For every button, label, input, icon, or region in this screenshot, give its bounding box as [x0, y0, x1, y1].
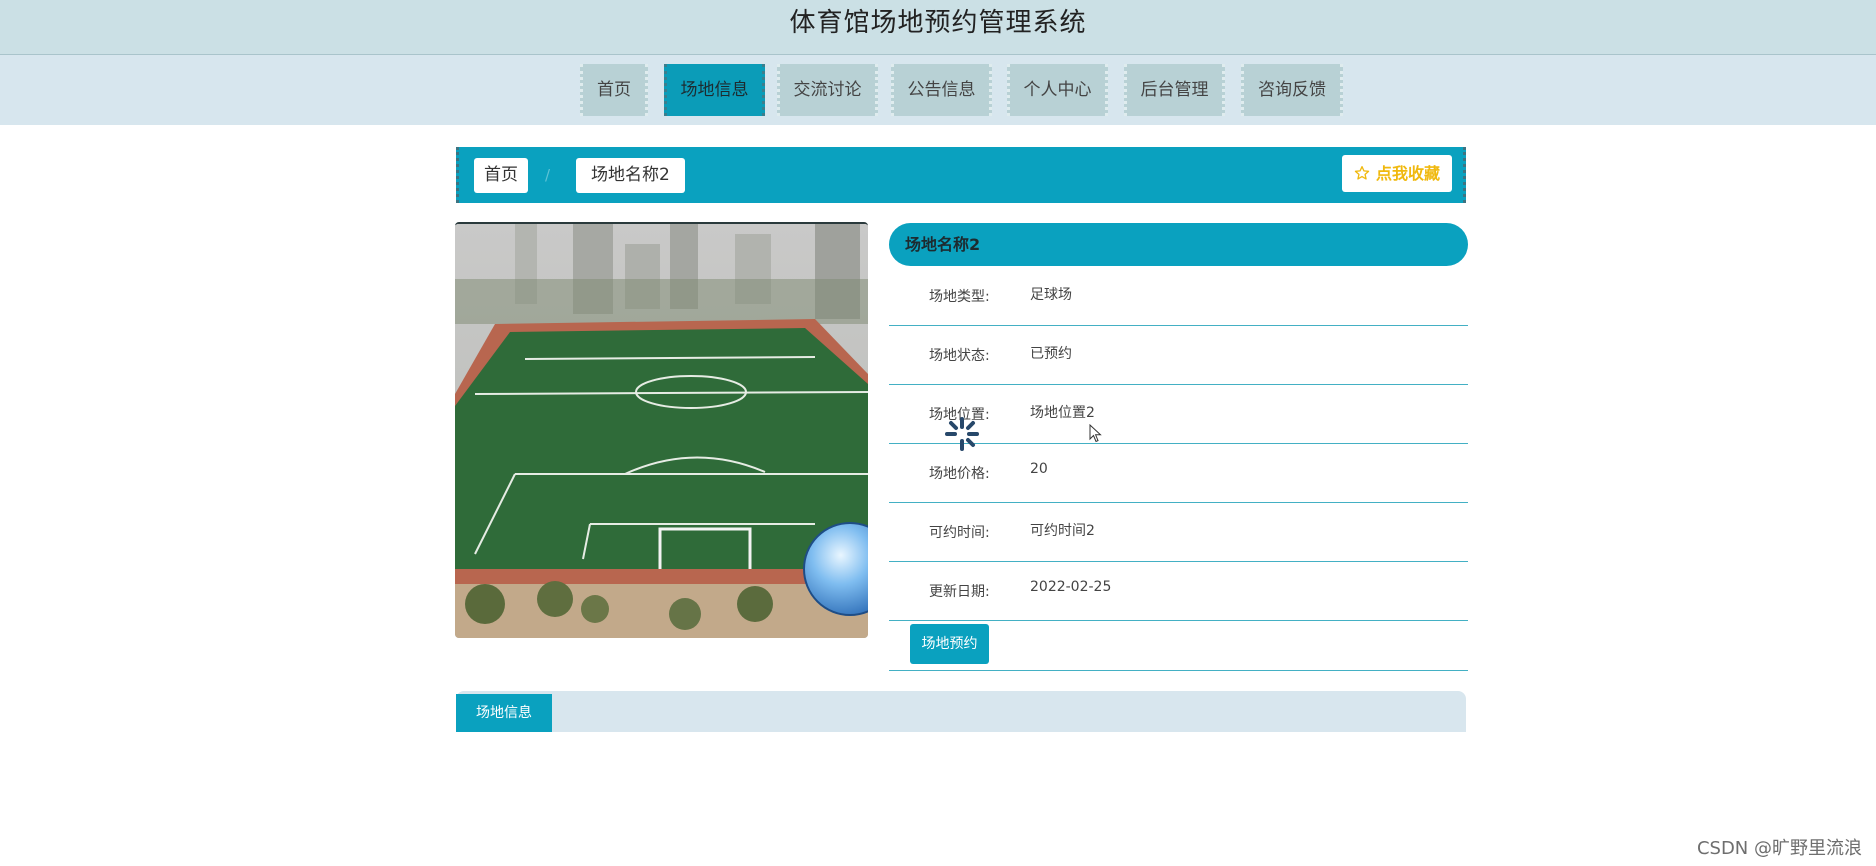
field-label: 可约时间: [929, 525, 990, 541]
field-value: 2022-02-25 [1030, 579, 1112, 595]
field-value: 20 [1030, 461, 1048, 477]
field-label: 更新日期: [929, 584, 990, 600]
watermark: CSDN @旷野里流浪 [1696, 838, 1862, 859]
venue-photo [455, 222, 868, 638]
nav-item-venue-info[interactable]: 场地信息 [664, 64, 765, 116]
divider [889, 670, 1468, 671]
venue-detail-header: 场地名称2 [889, 223, 1468, 266]
breadcrumb: 首页 / 场地名称2 点我收藏 [456, 147, 1466, 203]
field-row-venue-price: 场地价格: 20 [889, 443, 1468, 503]
football-field-image [455, 224, 868, 638]
field-row-venue-type: 场地类型: 足球场 [889, 266, 1468, 326]
field-row-update-date: 更新日期: 2022-02-25 [889, 561, 1468, 621]
field-label: 场地状态: [929, 348, 990, 364]
field-row-venue-status: 场地状态: 已预约 [889, 325, 1468, 385]
field-value: 可约时间2 [1030, 523, 1095, 539]
book-venue-button[interactable]: 场地预约 [910, 624, 989, 664]
main-nav: 首页 场地信息 交流讨论 公告信息 个人中心 后台管理 咨询反馈 [0, 55, 1876, 125]
nav-item-admin[interactable]: 后台管理 [1124, 64, 1225, 116]
breadcrumb-home[interactable]: 首页 [474, 158, 528, 193]
tab-bar: 场地信息 [456, 691, 1466, 732]
field-value: 足球场 [1030, 287, 1072, 303]
site-title: 体育馆场地预约管理系统 [789, 8, 1087, 38]
loading-spinner-icon [945, 417, 979, 451]
breadcrumb-current[interactable]: 场地名称2 [576, 158, 685, 193]
star-outline-icon [1355, 166, 1370, 180]
field-value: 已预约 [1030, 346, 1072, 362]
nav-item-feedback[interactable]: 咨询反馈 [1241, 64, 1343, 116]
nav-item-announcements[interactable]: 公告信息 [891, 64, 992, 116]
field-row-available-time: 可约时间: 可约时间2 [889, 502, 1468, 562]
tab-venue-info[interactable]: 场地信息 [456, 694, 552, 732]
venue-name: 场地名称2 [905, 235, 981, 254]
nav-item-discussion[interactable]: 交流讨论 [777, 64, 878, 116]
field-value: 场地位置2 [1030, 405, 1095, 421]
field-label: 场地价格: [929, 466, 990, 482]
nav-items: 首页 场地信息 交流讨论 公告信息 个人中心 后台管理 咨询反馈 [0, 64, 1876, 116]
favorite-label: 点我收藏 [1375, 164, 1440, 183]
site-header: 体育馆场地预约管理系统 [0, 0, 1876, 55]
nav-item-home[interactable]: 首页 [580, 64, 648, 116]
breadcrumb-separator: / [545, 166, 551, 184]
mouse-cursor-icon [1089, 424, 1102, 443]
nav-item-personal-center[interactable]: 个人中心 [1007, 64, 1108, 116]
field-label: 场地类型: [929, 289, 990, 305]
favorite-button[interactable]: 点我收藏 [1342, 155, 1452, 192]
